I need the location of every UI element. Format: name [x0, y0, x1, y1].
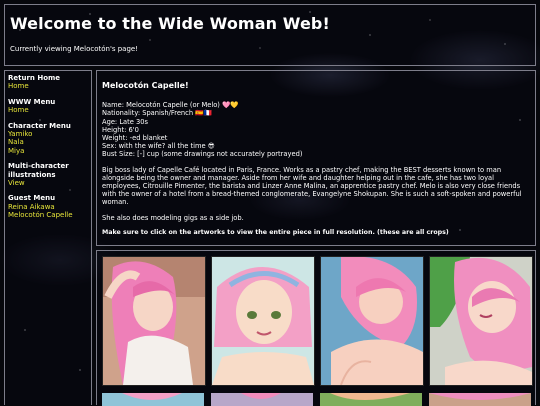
gallery-note: Make sure to click on the artworks to vi… — [102, 228, 449, 236]
page-subtitle: Currently viewing Melocotón's page! — [10, 45, 139, 53]
artwork-6-image — [211, 393, 313, 406]
character-info-panel: Melocotón Capelle! Name: Melocotón Capel… — [96, 70, 536, 246]
character-name-heading: Melocotón Capelle! — [102, 81, 189, 90]
artwork-2-image — [212, 257, 314, 385]
sidebar-link-miya[interactable]: Miya — [8, 147, 88, 155]
stat-weight: Weight: -ed blanket — [102, 134, 168, 143]
stat-bust-size: Bust Size: [-] cup (some drawings not ac… — [102, 150, 303, 159]
sidebar-heading: Multi-character illustrations — [8, 162, 69, 179]
artwork-4-image — [430, 257, 532, 385]
artwork-thumbnail-5[interactable] — [102, 392, 204, 406]
sidebar-section-guest-menu: Guest Menu Reina Aikawa Melocotón Capell… — [8, 194, 88, 219]
artwork-gallery — [96, 250, 536, 406]
sidebar-section-character-menu: Character Menu Yamiko Nala Miya — [8, 122, 88, 156]
sidebar-heading: Character Menu — [8, 121, 71, 130]
sidebar-section-multi-character: Multi-character illustrations View — [8, 162, 88, 187]
sidebar-section-www-menu: WWW Menu Home — [8, 98, 88, 115]
sidebar-heading: WWW Menu — [8, 97, 56, 106]
artwork-thumbnail-1[interactable] — [102, 256, 206, 386]
sidebar-link-nala[interactable]: Nala — [8, 138, 88, 146]
sidebar-link-www-home[interactable]: Home — [8, 106, 88, 114]
artwork-thumbnail-2[interactable] — [211, 256, 315, 386]
stat-name: Name: Melocotón Capelle (or Melo) 🩷💛 — [102, 101, 239, 110]
page-header: Welcome to the Wide Woman Web! Currently… — [4, 4, 536, 66]
stat-height: Height: 6'0 — [102, 125, 139, 134]
sidebar-link-home[interactable]: Home — [8, 82, 88, 90]
stat-sex: Sex: with the wife? all the time 😎 — [102, 142, 215, 151]
sidebar-link-view[interactable]: View — [8, 179, 88, 187]
artwork-thumbnail-4[interactable] — [429, 256, 533, 386]
stat-age: Age: Late 30s — [102, 117, 148, 126]
artwork-thumbnail-8[interactable] — [429, 392, 531, 406]
artwork-1-image — [103, 257, 205, 385]
character-extra: She also does modeling gigs as a side jo… — [102, 213, 244, 222]
artwork-5-image — [102, 393, 204, 406]
sidebar-section-return-home: Return Home Home — [8, 74, 88, 91]
artwork-thumbnail-7[interactable] — [320, 392, 422, 406]
sidebar-heading: Guest Menu — [8, 194, 56, 203]
character-bio: Big boss lady of Capelle Café located in… — [102, 165, 522, 207]
sidebar-nav: Return Home Home WWW Menu Home Character… — [4, 70, 92, 405]
artwork-thumbnail-6[interactable] — [211, 392, 313, 406]
sidebar-link-melocoton-capelle[interactable]: Melocotón Capelle — [8, 211, 88, 219]
sidebar-link-reina-aikawa[interactable]: Reina Aikawa — [8, 203, 88, 211]
sidebar-link-yamiko[interactable]: Yamiko — [8, 130, 88, 138]
artwork-7-image — [320, 393, 422, 406]
character-stats: Name: Melocotón Capelle (or Melo) 🩷💛 Nat… — [102, 101, 530, 158]
artwork-3-image — [321, 257, 423, 385]
stat-nationality: Nationality: Spanish/French 🇪🇸🇫🇷 — [102, 109, 212, 118]
artwork-thumbnail-3[interactable] — [320, 256, 424, 386]
page-title: Welcome to the Wide Woman Web! — [10, 14, 330, 33]
sidebar-heading: Return Home — [8, 74, 61, 82]
artwork-8-image — [429, 393, 531, 406]
